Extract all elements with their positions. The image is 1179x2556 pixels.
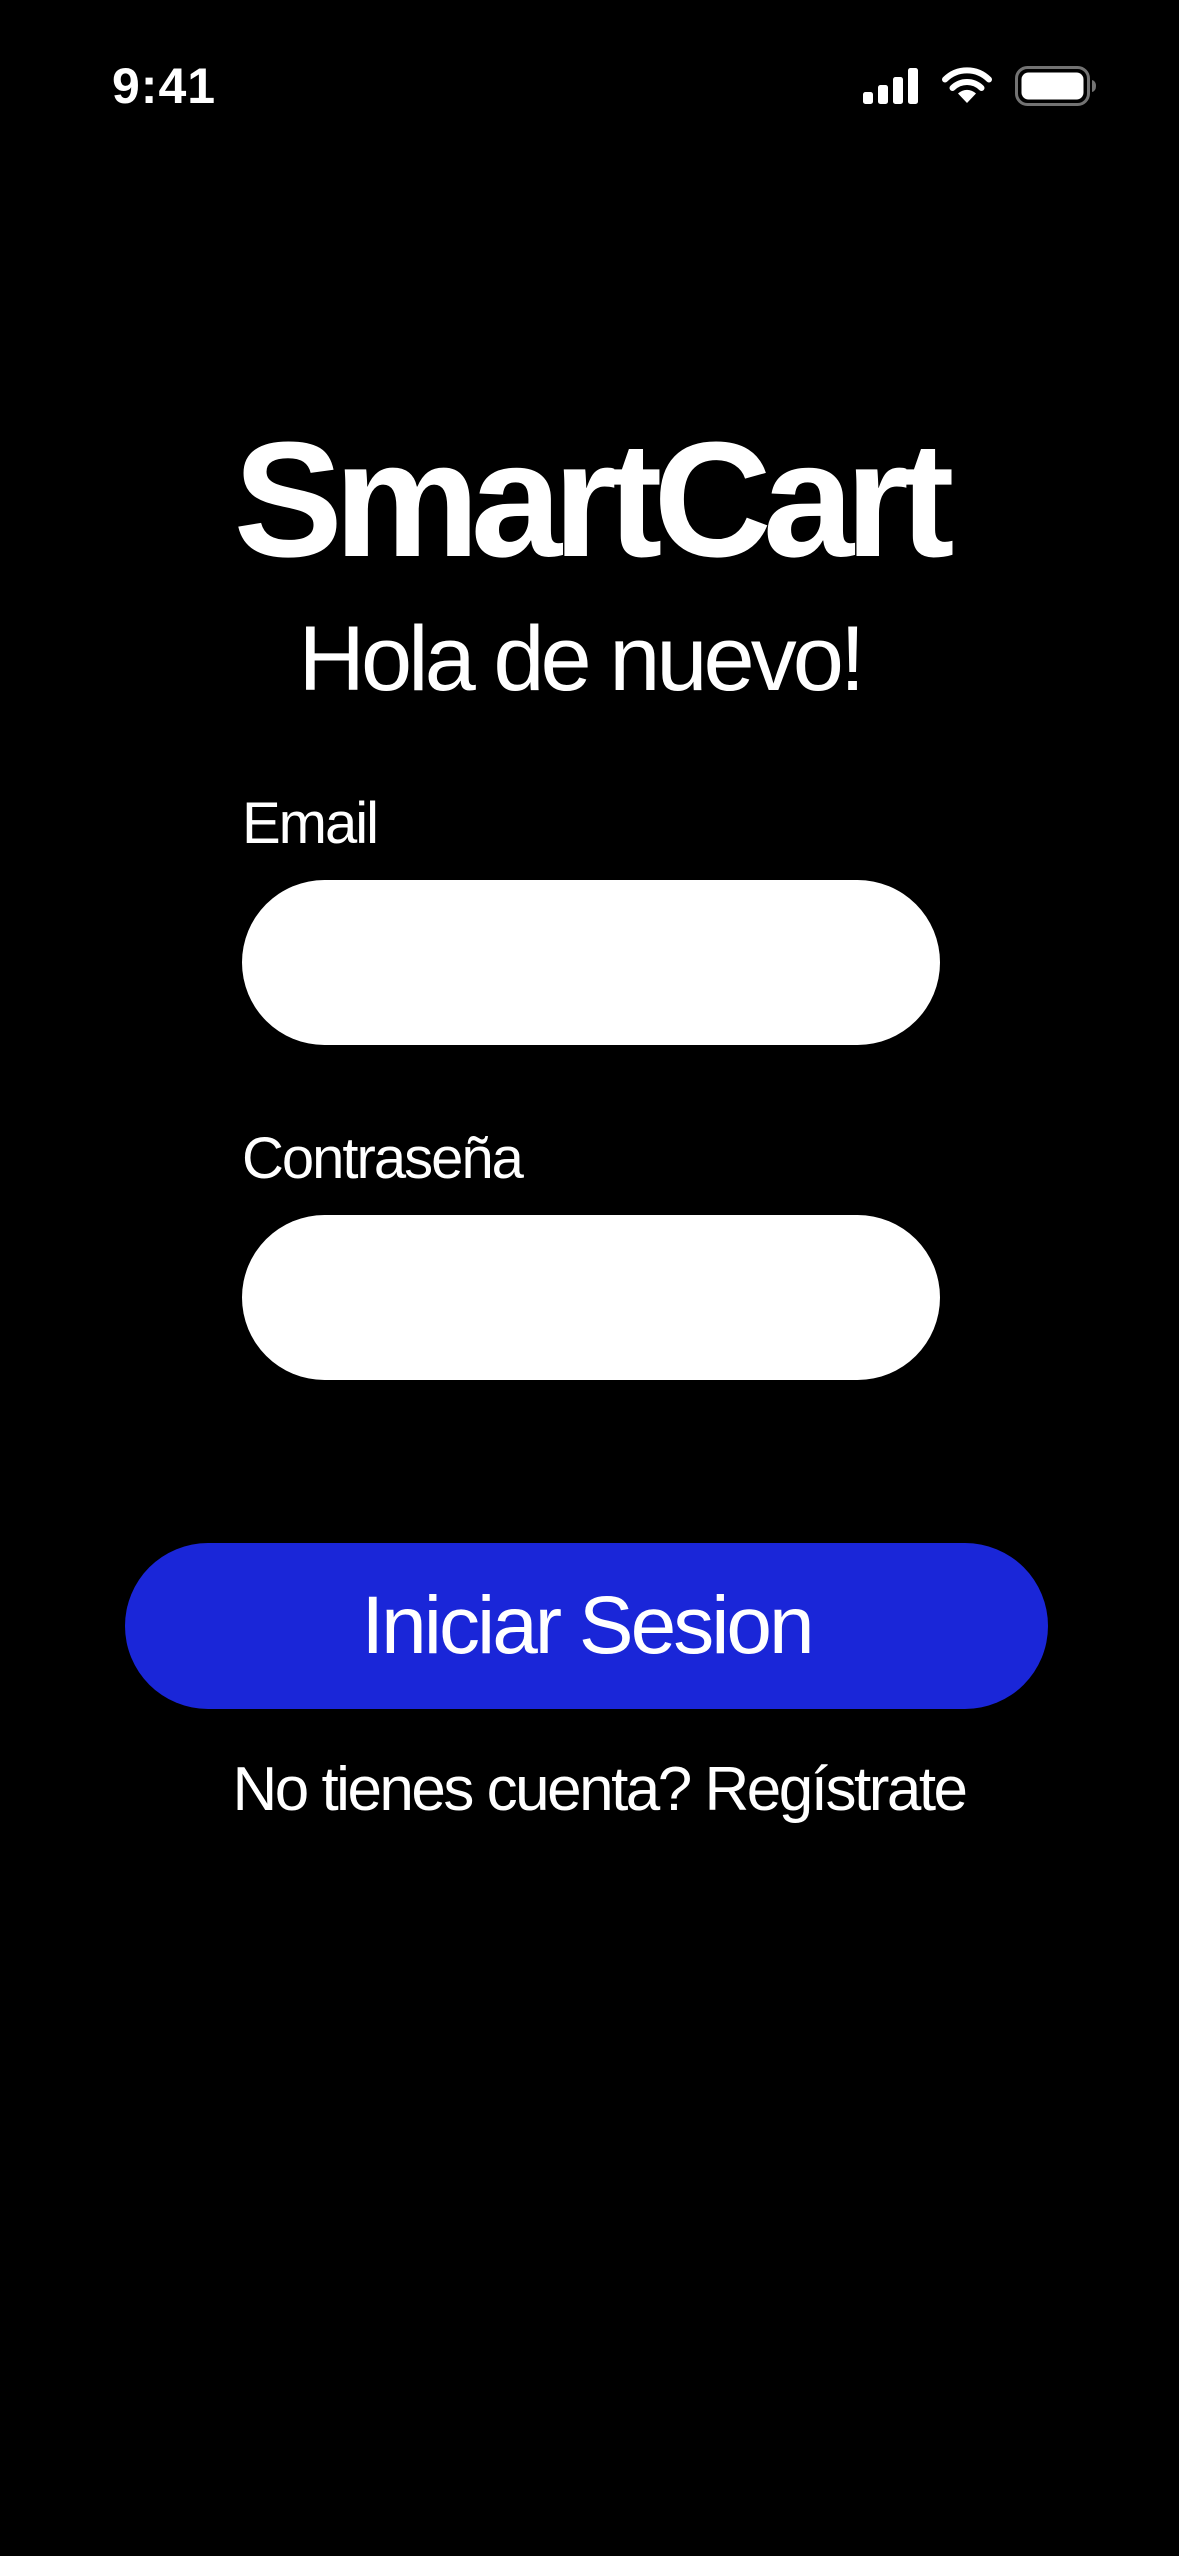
wifi-icon [941, 67, 993, 105]
status-icons [863, 64, 1097, 108]
signup-link[interactable]: Regístrate [705, 1755, 969, 1824]
signup-row: No tienes cuenta? Regístrate [0, 1752, 1179, 1828]
email-field[interactable] [242, 880, 940, 1045]
email-label: Email [242, 791, 379, 856]
status-time: 9:41 [112, 58, 217, 114]
status-bar: 9:41 [0, 0, 1179, 170]
login-button[interactable]: Iniciar Sesion [125, 1543, 1048, 1709]
greeting-heading: Hola de nuevo! [298, 608, 866, 710]
battery-icon [1015, 66, 1097, 106]
signup-prompt: No tienes cuenta? [232, 1755, 692, 1824]
app-title: SmartCart [233, 408, 955, 591]
cellular-signal-icon [863, 68, 919, 104]
password-label: Contraseña [242, 1126, 524, 1191]
password-field[interactable] [242, 1215, 940, 1380]
